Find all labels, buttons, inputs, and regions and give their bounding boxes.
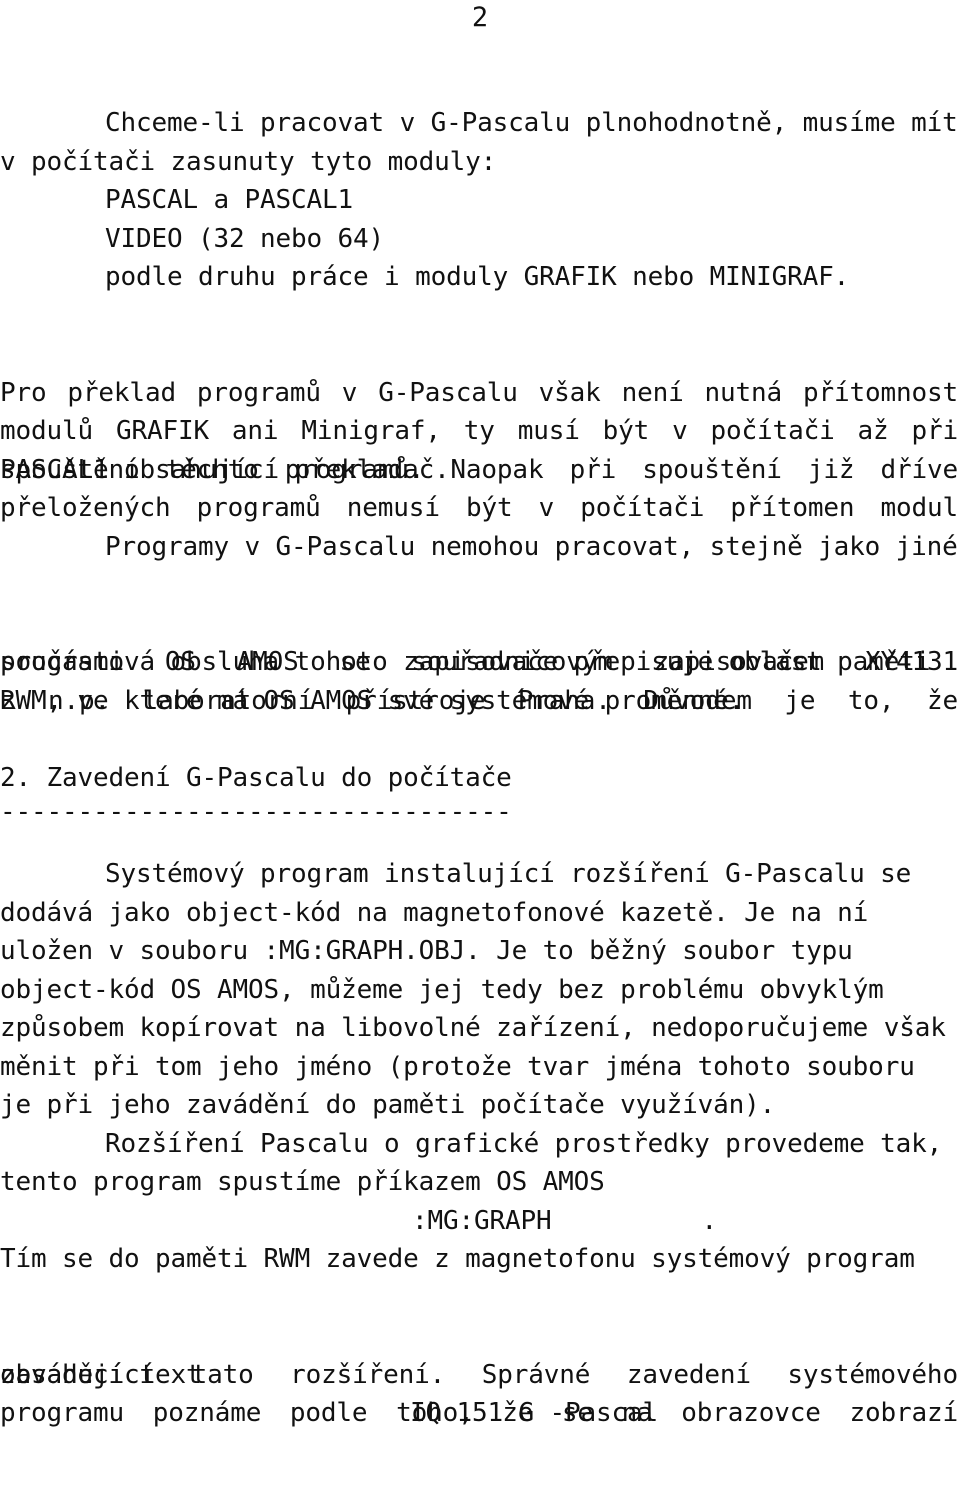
paragraph-line: RWM, ve které má OS AMOS své systémové p…	[0, 685, 745, 716]
word: zobrazí	[849, 1398, 958, 1428]
word: musí	[517, 416, 580, 446]
word: zavedení	[626, 1359, 751, 1390]
word: při	[911, 416, 958, 446]
word: však	[538, 377, 601, 408]
section-heading-underline: ---------------------------------	[0, 797, 512, 827]
section-heading: 2. Zavedení G-Pascalu do počítače	[0, 762, 512, 793]
word: Správné	[481, 1359, 591, 1390]
word: Minigraf,	[301, 416, 441, 446]
paragraph-line: je při jeho zavádění do paměti počítače …	[0, 1090, 776, 1120]
word: být	[465, 493, 513, 523]
word: podle	[289, 1398, 368, 1428]
word: G-Pascalu	[378, 377, 518, 408]
paragraph-line: modulů GRAFIK ani Minigraf, ty musí být …	[0, 335, 960, 446]
paragraph-line: object-kód OS AMOS, můžeme jej tedy bez …	[0, 974, 884, 1005]
word: ty	[463, 416, 495, 446]
word: poznáme	[152, 1398, 262, 1428]
word: modul	[880, 493, 958, 523]
word: dříve	[880, 454, 958, 485]
paragraph-line: způsobem kopírovat na libovolné zařízení…	[0, 1013, 946, 1043]
word: přítomen	[730, 493, 855, 523]
justified-line: modulů GRAFIK ani Minigraf, ty musí být …	[0, 412, 958, 451]
command-text: :MG:GRAPH	[412, 1205, 552, 1236]
paragraph-line: programu poznáme podle toho, že se na ob…	[0, 1317, 960, 1428]
word: být	[602, 416, 650, 446]
word: programů	[196, 493, 321, 523]
paragraph-line: obsahující tato rozšíření. Správné zaved…	[0, 1279, 960, 1390]
word: přítomnost	[802, 377, 958, 408]
word: v	[341, 377, 358, 408]
justified-line: přeložených programů nemusí být v počíta…	[0, 489, 958, 528]
word: v	[672, 416, 688, 446]
word: není	[621, 377, 684, 408]
word: GRAFIK	[115, 416, 209, 446]
word: počítači	[710, 416, 835, 446]
boot-text-terminator: .	[773, 1398, 789, 1428]
word: že	[926, 685, 958, 716]
word: to,	[847, 685, 895, 716]
paragraph-line: uložen v souboru :MG:GRAPH.OBJ. Je to bě…	[0, 936, 853, 966]
paragraph-line: součásti OS AMOS se souřadnicovým zapiso…	[0, 566, 960, 677]
paragraph-line: z n.p. laboratorní přístroje Praha. Důvo…	[0, 605, 960, 716]
paragraph-line: v počítači zasunuty tyto moduly:	[0, 146, 497, 177]
paragraph-line: tento program spustíme příkazem OS AMOS	[0, 1167, 605, 1197]
word: ani	[231, 416, 279, 446]
command-terminator: .	[701, 1205, 718, 1236]
word: až	[857, 416, 889, 446]
word: programu	[0, 1398, 125, 1428]
paragraph-line: Systémový program instalující rozšíření …	[105, 859, 912, 889]
paragraph-line: dodává jako object-kód na magnetofonové …	[0, 897, 869, 928]
word: spouštění	[642, 454, 782, 485]
word: nemusí	[346, 493, 440, 523]
paragraph-line: Rozšíření Pascalu o grafické prostředky …	[105, 1128, 943, 1159]
word: je	[784, 685, 816, 716]
word: programů	[196, 377, 321, 408]
document-text-body: Chceme-li pracovat v G-Pascalu plnohodno…	[0, 104, 960, 1433]
justified-line: Pro překlad programů v G-Pascalu však ne…	[0, 374, 958, 413]
module-list-item: VIDEO (32 nebo 64)	[105, 223, 385, 254]
word: již	[807, 454, 855, 485]
document-page: 2 Chceme-li pracovat v G-Pascalu plnohod…	[0, 0, 960, 1428]
word: rozšíření.	[290, 1359, 446, 1390]
boot-text: IQ 151 G -Pascal	[410, 1398, 659, 1428]
word: při	[569, 454, 617, 485]
paragraph-line: programová obsluha tohoto zapisovače pře…	[0, 647, 931, 677]
word: počítači	[580, 493, 705, 523]
word: systémového	[787, 1359, 958, 1390]
word: přeložených	[0, 493, 171, 523]
paragraph-line: Tím se do paměti RWM zavede z magnetofon…	[0, 1244, 915, 1274]
word: v	[538, 493, 555, 523]
word: nutná	[704, 377, 783, 408]
module-list-item: podle druhu práce i moduly GRAFIK nebo M…	[105, 262, 850, 292]
command-line: :MG:GRAPH.	[0, 1202, 960, 1241]
paragraph-line: Chceme-li pracovat v G-Pascalu plnohodno…	[105, 108, 958, 138]
paragraph-line: Pro překlad programů v G-Pascalu však ne…	[0, 297, 960, 408]
word: Naopak	[450, 454, 544, 485]
paragraph-line: měnit při tom jeho jméno (protože tvar j…	[0, 1051, 915, 1082]
module-list-item: PASCAL a PASCAL1	[105, 185, 354, 215]
page-number: 2	[471, 2, 489, 33]
paragraph-line: Programy v G-Pascalu nemohou pracovat, s…	[105, 531, 958, 562]
